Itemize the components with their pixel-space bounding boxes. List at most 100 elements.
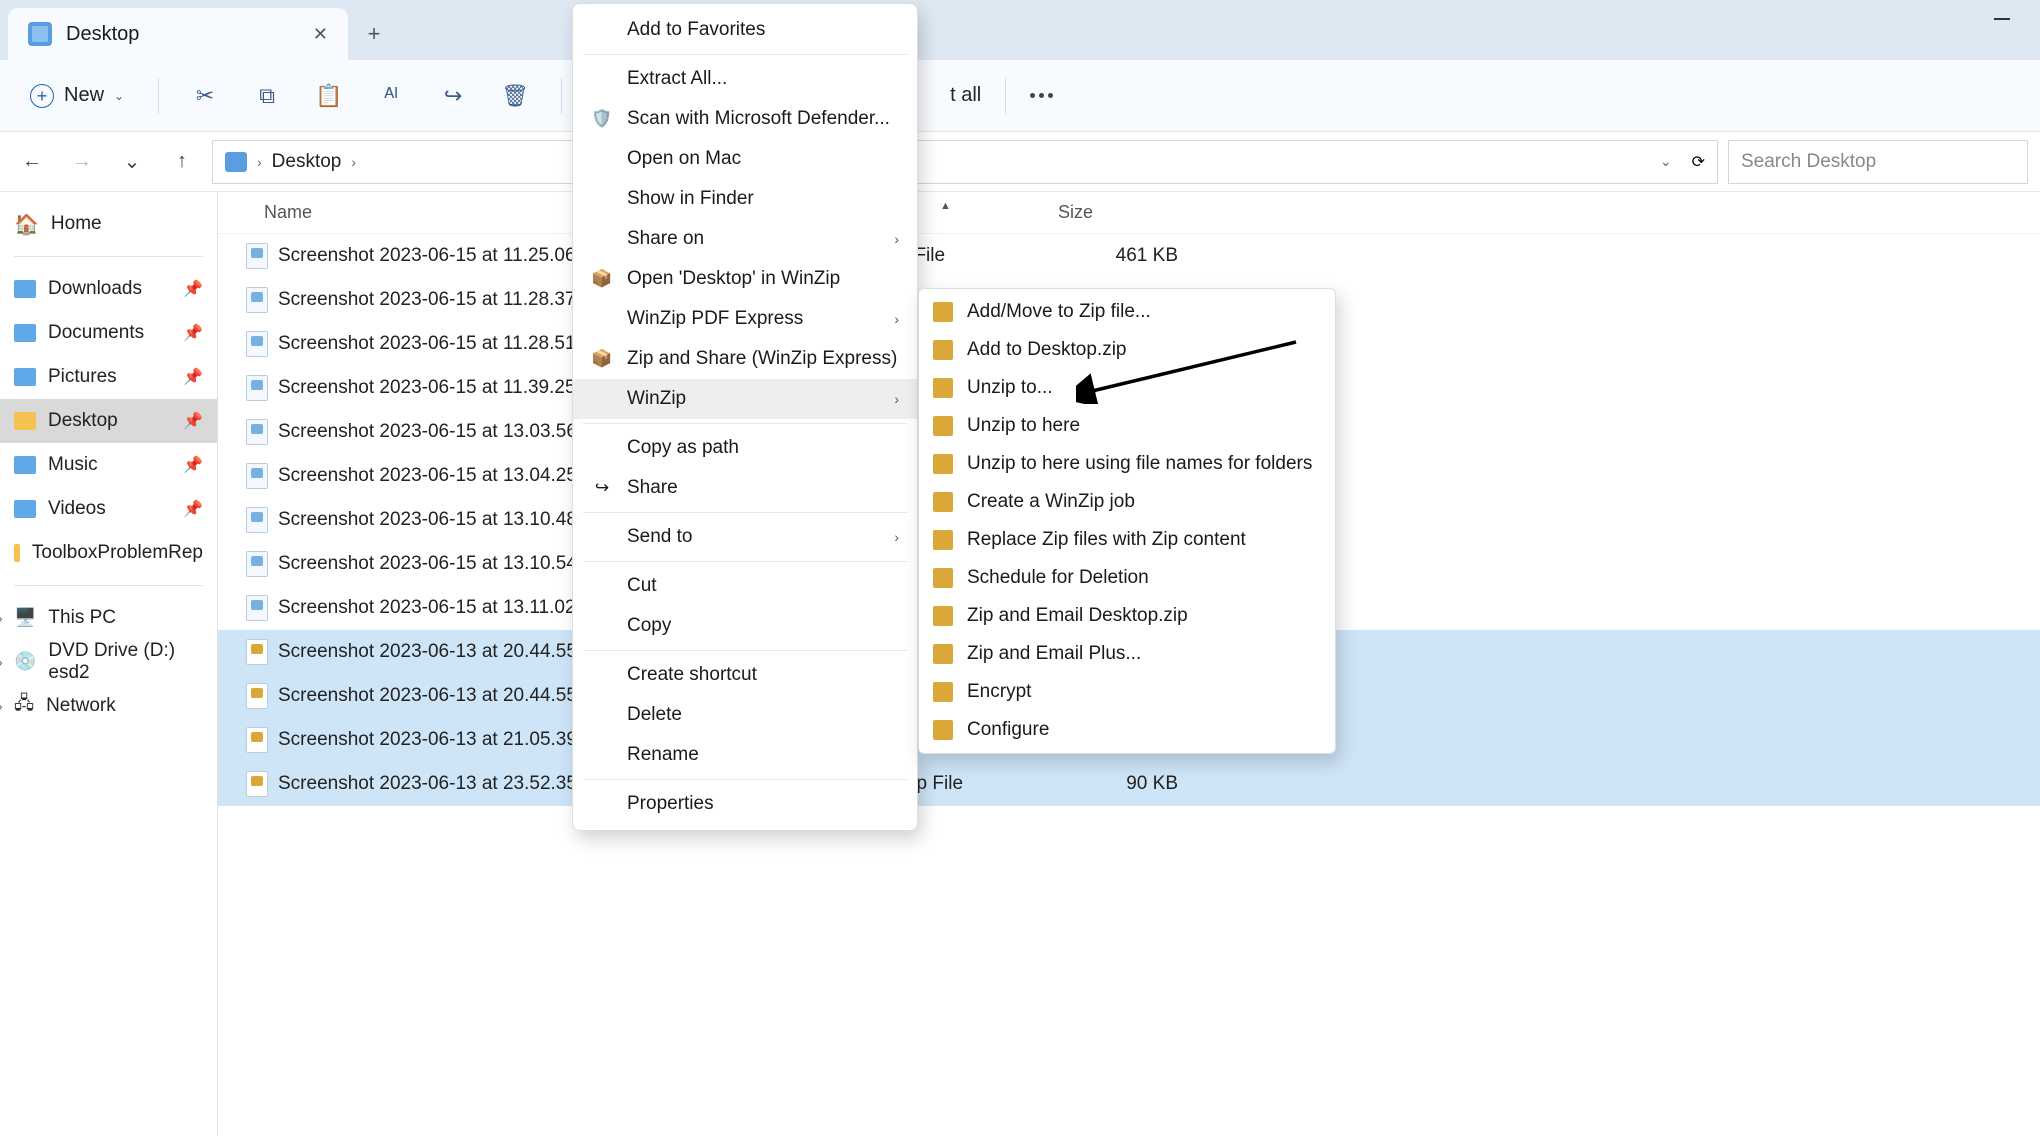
paste-icon[interactable]: 📋 (307, 74, 351, 118)
submenu-item[interactable]: Zip and Email Plus... (919, 635, 1335, 673)
sidebar-item-pictures[interactable]: Pictures 📌 (0, 355, 217, 399)
submenu-item[interactable]: Zip and Email Desktop.zip (919, 597, 1335, 635)
pictures-folder-icon (14, 368, 36, 386)
winzip-icon (933, 416, 953, 436)
sidebar-item-downloads[interactable]: Downloads 📌 (0, 267, 217, 311)
breadcrumb-path[interactable]: Desktop (272, 151, 342, 173)
menu-item[interactable]: WinZip PDF Express› (573, 299, 917, 339)
pin-icon[interactable]: 📌 (183, 499, 203, 519)
menu-item[interactable]: WinZip› (573, 379, 917, 419)
menu-item[interactable]: Properties (573, 784, 917, 824)
chevron-right-icon[interactable]: › (0, 698, 18, 714)
menu-item[interactable]: Share on› (573, 219, 917, 259)
pin-icon[interactable]: 📌 (183, 323, 203, 343)
sidebar-item-videos[interactable]: Videos 📌 (0, 487, 217, 531)
submenu-item[interactable]: Unzip to here (919, 407, 1335, 445)
folder-icon (225, 152, 247, 172)
nav-history-button[interactable]: ⌄ (112, 142, 152, 182)
chevron-right-icon[interactable]: › (0, 654, 18, 670)
submenu-item[interactable]: Create a WinZip job (919, 483, 1335, 521)
column-headers: Name Type▲ Size (218, 192, 2040, 234)
menu-item[interactable]: Delete (573, 695, 917, 735)
chevron-right-icon[interactable]: › (0, 610, 18, 626)
pin-icon[interactable]: 📌 (183, 367, 203, 387)
delete-icon[interactable]: 🗑 (493, 74, 537, 118)
sort-asc-icon: ▲ (940, 200, 951, 212)
browser-tab[interactable]: Desktop ✕ (8, 8, 348, 60)
separator (561, 78, 562, 114)
menu-item[interactable]: Show in Finder (573, 179, 917, 219)
sidebar-item-network[interactable]: › Network (0, 684, 217, 728)
menu-item[interactable]: Create shortcut (573, 655, 917, 695)
header-size[interactable]: Size (1058, 202, 1198, 223)
menu-item[interactable]: Cut (573, 566, 917, 606)
file-row[interactable]: Screenshot 2023-06-15 at 11.25.06 PNG Fi… (218, 234, 2040, 278)
header-name[interactable]: Name (218, 202, 624, 223)
submenu-item[interactable]: Schedule for Deletion (919, 559, 1335, 597)
rename-icon[interactable]: ᴬᴵ (369, 74, 413, 118)
share-icon[interactable]: ↪ (431, 74, 475, 118)
file-row[interactable]: Screenshot 2023-06-13 at 23.52.35 6/15/2… (218, 762, 2040, 806)
submenu-item[interactable]: Unzip to here using file names for folde… (919, 445, 1335, 483)
copy-icon[interactable]: ⧉ (245, 74, 289, 118)
menu-item[interactable]: 📦Open 'Desktop' in WinZip (573, 259, 917, 299)
menu-item[interactable]: Copy as path (573, 428, 917, 468)
separator (14, 256, 203, 257)
winzip-icon (933, 644, 953, 664)
nav-up-button[interactable]: ↑ (162, 142, 202, 182)
submenu-item[interactable]: Unzip to... (919, 369, 1335, 407)
sidebar-item-home[interactable]: Home (0, 202, 217, 246)
menu-label: Open 'Desktop' in WinZip (627, 268, 840, 290)
submenu-label: Unzip to... (967, 377, 1053, 399)
documents-folder-icon (14, 324, 36, 342)
chevron-right-icon: › (351, 154, 356, 170)
nav-back-button[interactable]: ← (12, 142, 52, 182)
menu-item[interactable]: Send to› (573, 517, 917, 557)
pin-icon[interactable]: 📌 (183, 411, 203, 431)
refresh-icon[interactable]: ⟳ (1692, 152, 1705, 172)
submenu-item[interactable]: Add to Desktop.zip (919, 331, 1335, 369)
sidebar-label: ToolboxProblemRep (32, 542, 203, 564)
winzip-icon (933, 606, 953, 626)
submenu-item[interactable]: Add/Move to Zip file... (919, 293, 1335, 331)
submenu-item[interactable]: Configure (919, 711, 1335, 749)
menu-item[interactable]: Rename (573, 735, 917, 775)
submenu-item[interactable]: Replace Zip files with Zip content (919, 521, 1335, 559)
sidebar-item-dvd[interactable]: › DVD Drive (D:) esd2 (0, 640, 217, 684)
menu-item[interactable]: 🛡️Scan with Microsoft Defender... (573, 99, 917, 139)
submenu-item[interactable]: Encrypt (919, 673, 1335, 711)
sidebar-item-documents[interactable]: Documents 📌 (0, 311, 217, 355)
menu-item[interactable]: ↪Share (573, 468, 917, 508)
navigation-bar: ← → ⌄ ↑ › Desktop › ⌄ ⟳ Search Desktop (0, 132, 2040, 192)
search-input[interactable]: Search Desktop (1728, 140, 2028, 184)
window-minimize-button[interactable] (1994, 18, 2010, 20)
select-all-label: t all (950, 84, 981, 107)
sidebar-label: Pictures (48, 366, 117, 388)
new-button[interactable]: + New ⌄ (20, 78, 134, 114)
close-tab-icon[interactable]: ✕ (313, 24, 328, 45)
winzip-submenu[interactable]: Add/Move to Zip file...Add to Desktop.zi… (918, 288, 1336, 754)
menu-item[interactable]: Copy (573, 606, 917, 646)
nav-forward-button[interactable]: → (62, 142, 102, 182)
context-menu[interactable]: Add to Favorites Extract All...🛡️Scan wit… (572, 3, 918, 831)
menu-item[interactable]: Extract All... (573, 59, 917, 99)
pin-icon[interactable]: 📌 (183, 455, 203, 475)
more-options-icon[interactable] (1030, 93, 1053, 98)
sidebar-item-toolbox[interactable]: ToolboxProblemRep (0, 531, 217, 575)
menu-item[interactable]: Add to Favorites (573, 10, 917, 50)
file-name: Screenshot 2023-06-13 at 20.44.55 (2) (278, 641, 605, 663)
breadcrumb-bar[interactable]: › Desktop › ⌄ ⟳ (212, 140, 1718, 184)
sidebar-item-thispc[interactable]: › This PC (0, 596, 217, 640)
sidebar-label: DVD Drive (D:) esd2 (48, 640, 203, 684)
file-name: Screenshot 2023-06-15 at 13.11.02 (278, 597, 576, 619)
sidebar-item-music[interactable]: Music 📌 (0, 443, 217, 487)
menu-item[interactable]: 📦Zip and Share (WinZip Express) (573, 339, 917, 379)
cut-icon[interactable]: ✂ (183, 74, 227, 118)
pin-icon[interactable]: 📌 (183, 279, 203, 299)
sidebar-item-desktop[interactable]: Desktop 📌 (0, 399, 217, 443)
new-tab-button[interactable]: + (348, 8, 400, 60)
chevron-down-icon[interactable]: ⌄ (1660, 153, 1672, 170)
menu-item[interactable]: Open on Mac (573, 139, 917, 179)
image-file-icon (246, 375, 268, 401)
menu-label: Rename (627, 744, 699, 766)
